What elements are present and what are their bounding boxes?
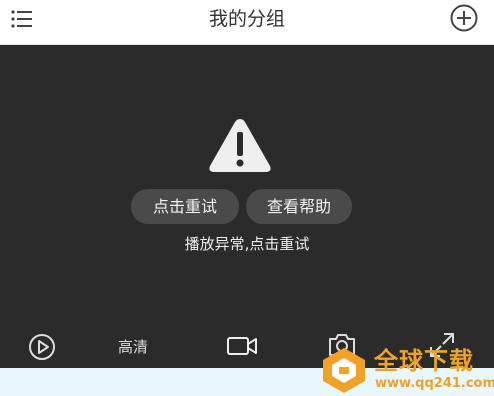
page-title: 我的分组 [208, 8, 285, 30]
top-bar: 我的分组 [0, 0, 494, 45]
watermark: 全球下载 www.qq241.com [317, 344, 494, 396]
help-button[interactable]: 查看帮助 [246, 189, 352, 224]
video-player[interactable]: 点击重试 查看帮助 播放异常,点击重试 高清 [0, 45, 494, 368]
watermark-logo-icon [323, 348, 365, 393]
video-record-icon[interactable] [226, 335, 258, 357]
retry-button[interactable]: 点击重试 [131, 189, 239, 224]
warning-triangle-icon [209, 119, 271, 172]
add-circle-icon[interactable] [449, 3, 479, 33]
watermark-text: 全球下载 [374, 347, 474, 375]
quality-button[interactable]: 高清 [118, 337, 148, 357]
error-message: 播放异常,点击重试 [184, 235, 310, 253]
play-icon[interactable] [28, 333, 56, 361]
watermark-url: www.qq241.com [375, 376, 494, 391]
